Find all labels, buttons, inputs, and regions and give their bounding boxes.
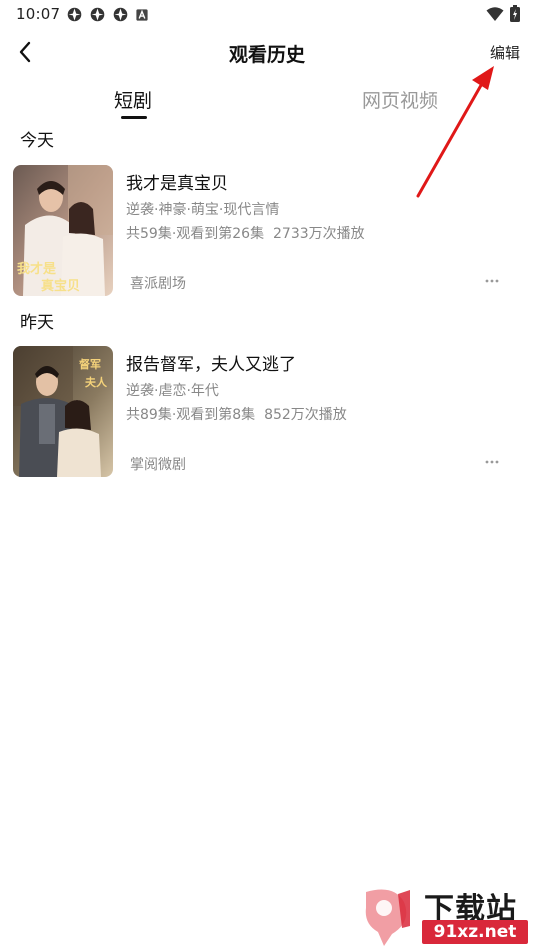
cover-text: 夫人: [85, 375, 108, 389]
more-dots-icon: [485, 279, 499, 283]
drama-cover[interactable]: 督军 夫人: [13, 346, 113, 477]
history-item[interactable]: 督军 夫人 报告督军，夫人又逃了 逆袭·虐恋·年代 共89集·观看到第8集 85…: [13, 346, 521, 478]
tab-web-video[interactable]: 网页视频: [362, 86, 438, 113]
drama-title[interactable]: 我才是真宝贝: [126, 169, 228, 194]
more-options-button[interactable]: [482, 271, 502, 291]
status-app-icon: [113, 7, 128, 22]
status-notification-icons: [66, 6, 149, 23]
watermark-logo-icon: [365, 889, 410, 946]
drama-tags: 逆袭·虐恋·年代: [126, 383, 219, 399]
tab-bar: 短剧 网页视频: [0, 84, 534, 124]
watermark-url: 91xz.net: [422, 920, 528, 944]
drama-info: 我才是真宝贝 逆袭·神豪·萌宝·现代言情 共59集·观看到第26集 2733万次…: [126, 165, 516, 296]
drama-source: 掌阅微剧: [130, 457, 186, 473]
battery-icon: [510, 5, 520, 22]
cover-text: 我才是: [17, 261, 57, 277]
play-count: 2733万次播放: [273, 226, 365, 242]
drama-source: 喜派剧场: [130, 276, 186, 292]
status-system-icons: [486, 5, 520, 22]
drama-progress: 共89集·观看到第8集 852万次播放: [126, 404, 347, 424]
wifi-icon: [486, 6, 504, 21]
status-bar: 10:07: [0, 0, 534, 28]
drama-title[interactable]: 报告督军，夫人又逃了: [126, 350, 296, 375]
more-dots-icon: [485, 460, 499, 464]
status-a-icon: [136, 8, 148, 21]
drama-progress: 共59集·观看到第26集 2733万次播放: [126, 223, 365, 243]
history-item[interactable]: 我才是 真宝贝 我才是真宝贝 逆袭·神豪·萌宝·现代言情 共59集·观看到第26…: [13, 165, 521, 297]
section-header-today: 今天: [20, 131, 54, 151]
status-app-icon: [67, 7, 82, 22]
cover-text: 督军: [79, 357, 101, 371]
drama-cover-image: 督军 夫人: [13, 346, 113, 477]
episode-progress: 共89集·观看到第8集: [126, 407, 256, 423]
more-options-button[interactable]: [482, 452, 502, 472]
status-time: 10:07: [16, 5, 61, 23]
active-tab-indicator: [121, 116, 147, 119]
cover-text: 真宝贝: [41, 278, 80, 294]
header-bar: 观看历史 编辑: [0, 30, 534, 74]
episode-progress: 共59集·观看到第26集: [126, 226, 265, 242]
section-header-yesterday: 昨天: [20, 313, 54, 333]
play-count: 852万次播放: [264, 407, 347, 423]
drama-cover-image: 我才是 真宝贝: [13, 165, 113, 296]
drama-cover[interactable]: 我才是 真宝贝: [13, 165, 113, 296]
status-app-icon: [90, 7, 105, 22]
drama-tags: 逆袭·神豪·萌宝·现代言情: [126, 202, 280, 218]
watermark: 下载站 91xz.net: [354, 882, 530, 948]
edit-button[interactable]: 编辑: [490, 42, 520, 63]
drama-info: 报告督军，夫人又逃了 逆袭·虐恋·年代 共89集·观看到第8集 852万次播放 …: [126, 346, 516, 477]
page-title: 观看历史: [228, 44, 305, 66]
tab-short-drama[interactable]: 短剧: [114, 86, 152, 113]
